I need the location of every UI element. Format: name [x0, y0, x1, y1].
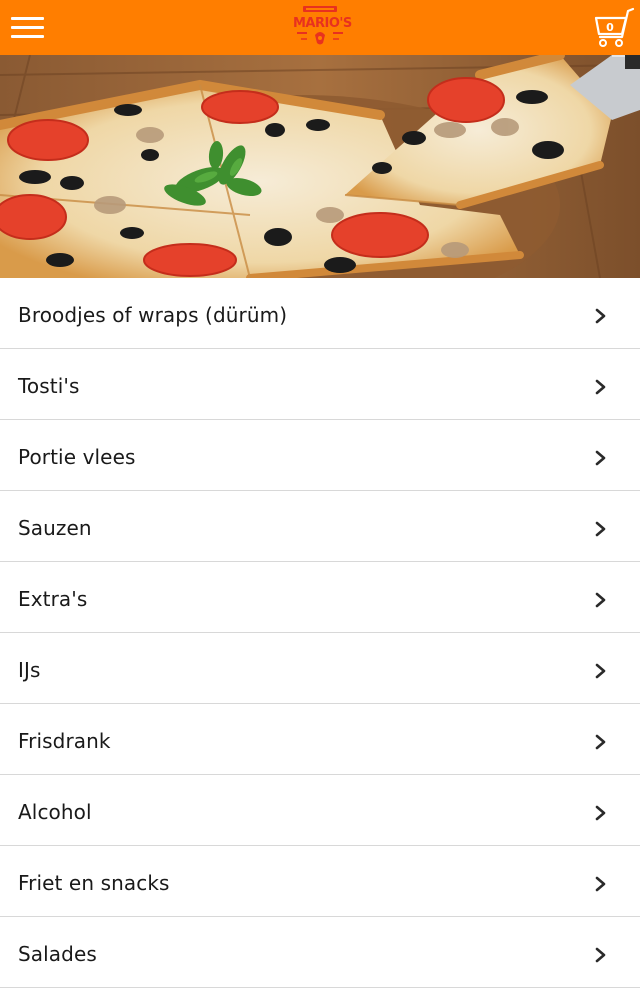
chevron-right-icon	[595, 947, 606, 963]
category-item-ijs[interactable]: IJs	[0, 633, 640, 704]
shopping-cart-button[interactable]: 0	[592, 7, 636, 49]
category-label: Tosti's	[18, 374, 80, 398]
category-label: Salades	[18, 942, 97, 966]
category-item-alcohol[interactable]: Alcohol	[0, 775, 640, 846]
hamburger-menu-icon[interactable]	[11, 17, 45, 39]
category-item-frisdrank[interactable]: Frisdrank	[0, 704, 640, 775]
brand-logo[interactable]: MARIO'S	[293, 5, 352, 49]
cart-count-badge: 0	[606, 21, 614, 34]
chevron-right-icon	[595, 592, 606, 608]
chevron-right-icon	[595, 379, 606, 395]
pizza-photo	[0, 55, 640, 278]
chevron-right-icon	[595, 308, 606, 324]
category-label: Alcohol	[18, 800, 92, 824]
category-item-portie-vlees[interactable]: Portie vlees	[0, 420, 640, 491]
category-item-sauzen[interactable]: Sauzen	[0, 491, 640, 562]
top-bar: MARIO'S 0	[0, 0, 640, 55]
category-label: Extra's	[18, 587, 88, 611]
category-item-friet-en-snacks[interactable]: Friet en snacks	[0, 846, 640, 917]
logo-wordmark: MARIO'S	[293, 16, 352, 31]
hero-pizza-image	[0, 55, 640, 278]
category-item-tostis[interactable]: Tosti's	[0, 349, 640, 420]
category-list: Broodjes of wraps (dürüm) Tosti's Portie…	[0, 278, 640, 988]
chevron-right-icon	[595, 876, 606, 892]
chevron-right-icon	[595, 450, 606, 466]
chevron-right-icon	[595, 805, 606, 821]
category-label: IJs	[18, 658, 41, 682]
chevron-right-icon	[595, 663, 606, 679]
category-label: Frisdrank	[18, 729, 111, 753]
category-label: Broodjes of wraps (dürüm)	[18, 303, 288, 327]
category-label: Friet en snacks	[18, 871, 170, 895]
category-label: Portie vlees	[18, 445, 136, 469]
category-item-salades[interactable]: Salades	[0, 917, 640, 988]
category-label: Sauzen	[18, 516, 92, 540]
chevron-right-icon	[595, 734, 606, 750]
category-item-extras[interactable]: Extra's	[0, 562, 640, 633]
chevron-right-icon	[595, 521, 606, 537]
category-item-broodjes-of-wraps[interactable]: Broodjes of wraps (dürüm)	[0, 278, 640, 349]
